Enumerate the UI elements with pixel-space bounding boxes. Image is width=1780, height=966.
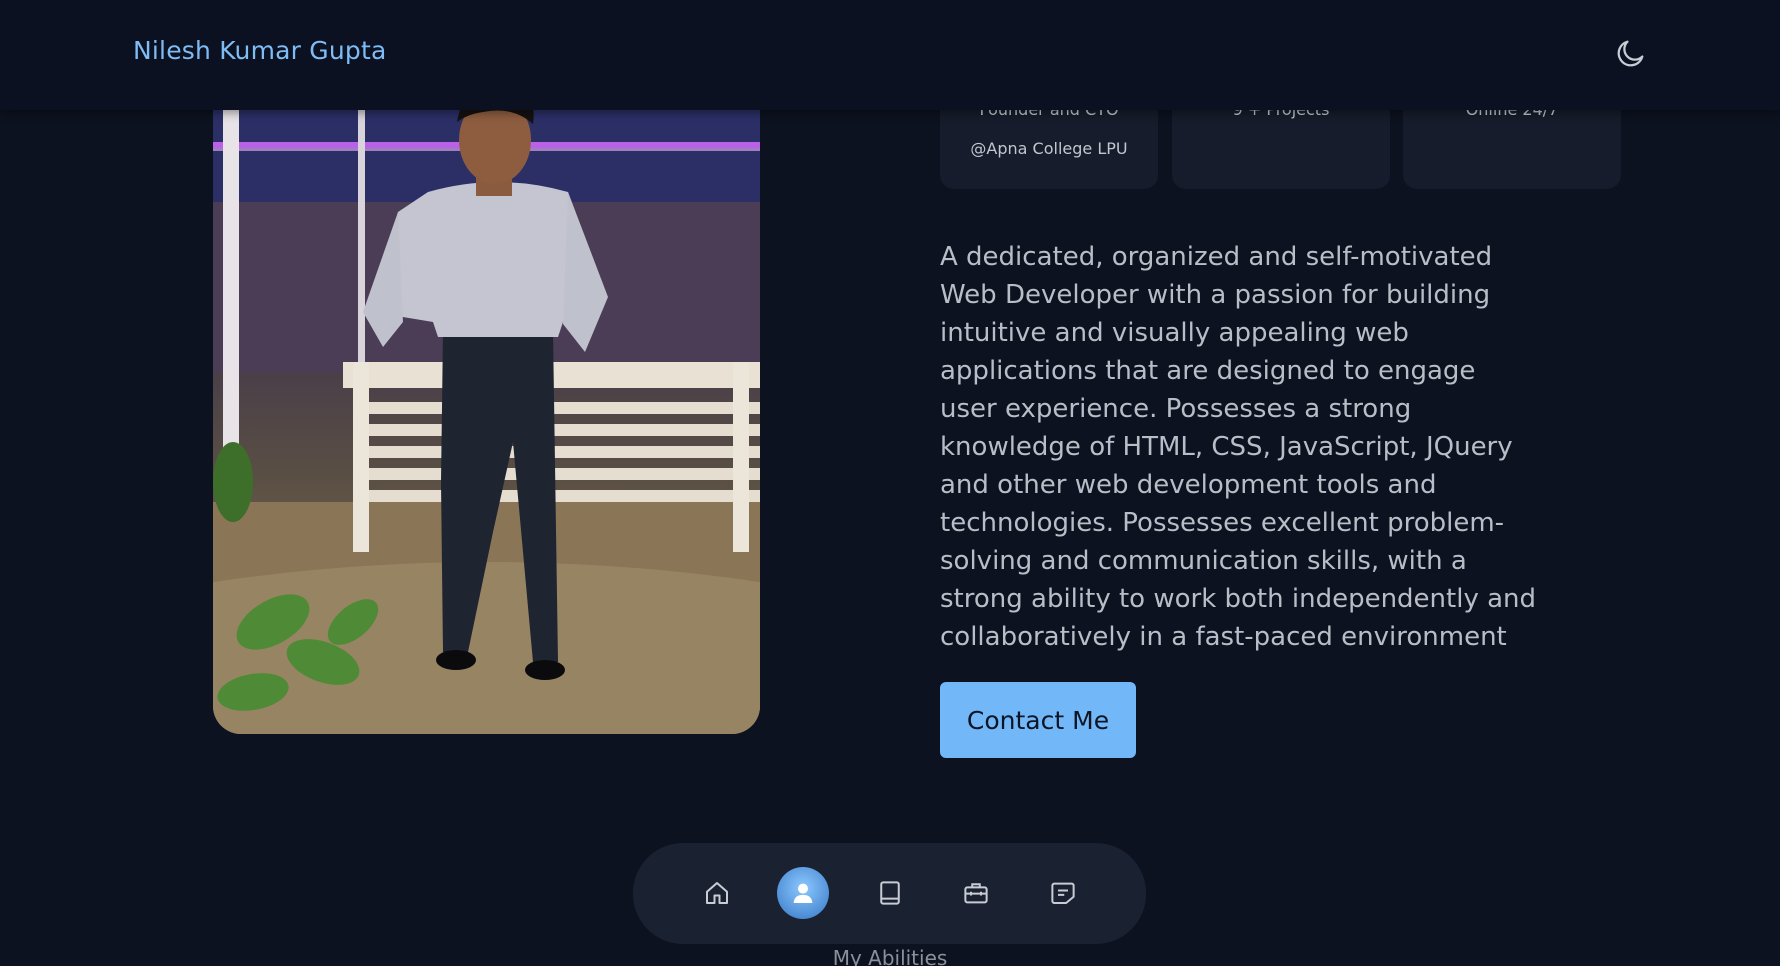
nav-experience[interactable] — [864, 867, 916, 919]
theme-toggle-button[interactable] — [1614, 36, 1648, 70]
book-icon — [880, 881, 900, 905]
nav-services[interactable] — [950, 867, 1002, 919]
profile-photo-illustration — [213, 62, 760, 734]
nav-home[interactable] — [691, 867, 743, 919]
brand-logo-text[interactable]: Nilesh Kumar Gupta — [133, 36, 387, 65]
user-icon — [793, 883, 813, 903]
bottom-navigation — [633, 843, 1146, 944]
moon-icon — [1617, 40, 1644, 67]
page: Founder and CTO @Apna College LPU 9 + Pr… — [0, 0, 1780, 966]
next-section-title: My Abilities — [832, 946, 948, 966]
about-bio: A dedicated, organized and self-motivate… — [940, 242, 1537, 652]
profile-photo — [213, 62, 760, 734]
home-icon — [706, 882, 728, 904]
contact-me-button[interactable]: Contact Me — [940, 682, 1136, 758]
site-header: Nilesh Kumar Gupta — [0, 0, 1780, 110]
nav-about[interactable] — [777, 867, 829, 919]
stat-card-subtitle: @Apna College LPU — [970, 139, 1128, 158]
nav-contact[interactable] — [1037, 867, 1089, 919]
message-icon — [1051, 882, 1075, 904]
briefcase-icon — [964, 883, 988, 904]
